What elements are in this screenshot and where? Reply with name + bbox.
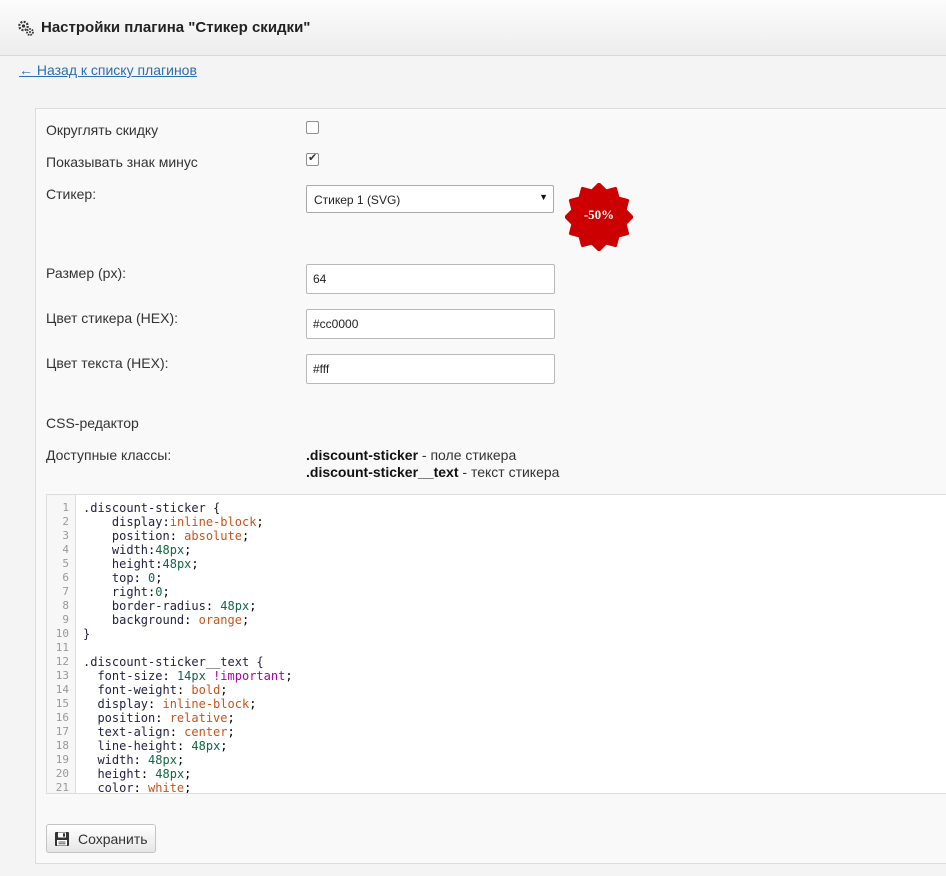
line-number: 6 xyxy=(62,571,69,584)
dropdown-arrow-icon: ▼ xyxy=(539,192,548,202)
available-classes-list: .discount-sticker - поле стикера .discou… xyxy=(306,447,559,481)
class-item: .discount-sticker__text - текст стикера xyxy=(306,464,559,481)
line-number-gutter: 1 2 3 4 5 6 7 8 9 10 11 12 13 14 15 16 17 18 19 20 21 xyxy=(47,495,76,794)
line-number: 7 xyxy=(62,585,69,598)
class-desc: - поле стикера xyxy=(418,447,517,463)
show-minus-label: Показывать знак минус xyxy=(46,154,198,170)
code-line: width: 48px; xyxy=(97,753,185,767)
gears-icon xyxy=(18,20,34,36)
css-editor-label: CSS-редактор xyxy=(46,415,139,431)
line-number: 13 xyxy=(55,669,69,682)
sticker-select-value: Стикер 1 (SVG) xyxy=(314,193,401,207)
line-number: 1 xyxy=(62,501,69,514)
css-code-editor[interactable]: 1 2 3 4 5 6 7 8 9 10 11 12 13 14 15 16 17 18 19 20 21 .disco… xyxy=(46,494,946,794)
code-line: color: white; xyxy=(97,781,192,794)
class-name: .discount-sticker__text xyxy=(306,464,459,480)
show-minus-checkbox[interactable]: ✔ xyxy=(306,152,319,166)
line-number: 5 xyxy=(62,557,69,570)
code-line: font-size: 14px !important; xyxy=(97,669,293,683)
line-number: 12 xyxy=(55,655,69,668)
sticker-preview-text: -50% xyxy=(583,207,615,222)
code-line: .discount-sticker__text { xyxy=(83,655,264,669)
line-number: 16 xyxy=(55,711,69,724)
page-title: Настройки плагина "Стикер скидки" xyxy=(41,19,311,36)
line-number: 21 xyxy=(55,781,69,794)
text-color-label: Цвет текста (HEX): xyxy=(46,355,169,371)
code-line: background: orange; xyxy=(111,613,250,627)
round-discount-label: Округлять скидку xyxy=(46,122,159,138)
line-number: 3 xyxy=(62,529,69,542)
size-label: Размер (px): xyxy=(46,265,127,281)
code-line: .discount-sticker { xyxy=(83,501,221,515)
sticker-preview: -50% xyxy=(564,182,634,252)
class-desc: - текст стикера xyxy=(458,464,560,480)
class-name: .discount-sticker xyxy=(306,447,419,463)
sticker-select[interactable]: Стикер 1 (SVG) ▼ xyxy=(306,185,554,213)
line-number: 18 xyxy=(55,739,69,752)
code-line: text-align: center; xyxy=(97,725,235,739)
code-line: top: 0; xyxy=(111,571,163,585)
line-number: 17 xyxy=(55,725,69,738)
code-line: width:48px; xyxy=(111,543,192,557)
back-to-plugins-link[interactable]: ← Назад к списку плагинов xyxy=(19,62,197,78)
line-number: 11 xyxy=(55,641,69,654)
page-header: Настройки плагина "Стикер скидки" xyxy=(0,0,946,56)
available-classes-label: Доступные классы: xyxy=(46,447,172,463)
checkmark-icon: ✔ xyxy=(308,152,318,164)
code-line: font-weight: bold; xyxy=(97,683,228,697)
line-number: 19 xyxy=(55,753,69,766)
sticker-color-label: Цвет стикера (HEX): xyxy=(46,310,179,326)
sticker-label: Стикер: xyxy=(46,186,97,202)
code-line: height:48px; xyxy=(111,557,199,571)
save-button-label: Сохранить xyxy=(78,831,148,847)
line-number: 14 xyxy=(55,683,69,696)
class-item: .discount-sticker - поле стикера xyxy=(306,447,559,464)
round-discount-checkbox[interactable] xyxy=(306,121,319,134)
line-number: 4 xyxy=(62,543,69,556)
sticker-color-input[interactable] xyxy=(306,309,555,339)
code-line: position: absolute; xyxy=(111,529,250,543)
code-content[interactable]: .discount-sticker { display:inline-block… xyxy=(83,501,946,794)
code-line: position: relative; xyxy=(97,711,235,725)
size-input[interactable] xyxy=(306,264,555,294)
code-line: border-radius: 48px; xyxy=(111,599,257,613)
line-number: 10 xyxy=(55,627,69,640)
code-line: right:0; xyxy=(111,585,170,599)
line-number: 2 xyxy=(62,515,69,528)
line-number: 8 xyxy=(62,599,69,612)
code-line: display:inline-block; xyxy=(111,515,264,529)
text-color-input[interactable] xyxy=(306,354,555,384)
code-line: line-height: 48px; xyxy=(97,739,228,753)
code-line: height: 48px; xyxy=(97,767,192,781)
code-line: display: inline-block; xyxy=(97,697,257,711)
floppy-disk-icon xyxy=(55,832,69,846)
line-number: 20 xyxy=(55,767,69,780)
save-button[interactable]: Сохранить xyxy=(46,824,156,853)
line-number: 15 xyxy=(55,697,69,710)
code-line: } xyxy=(83,627,91,641)
line-number: 9 xyxy=(62,613,69,626)
